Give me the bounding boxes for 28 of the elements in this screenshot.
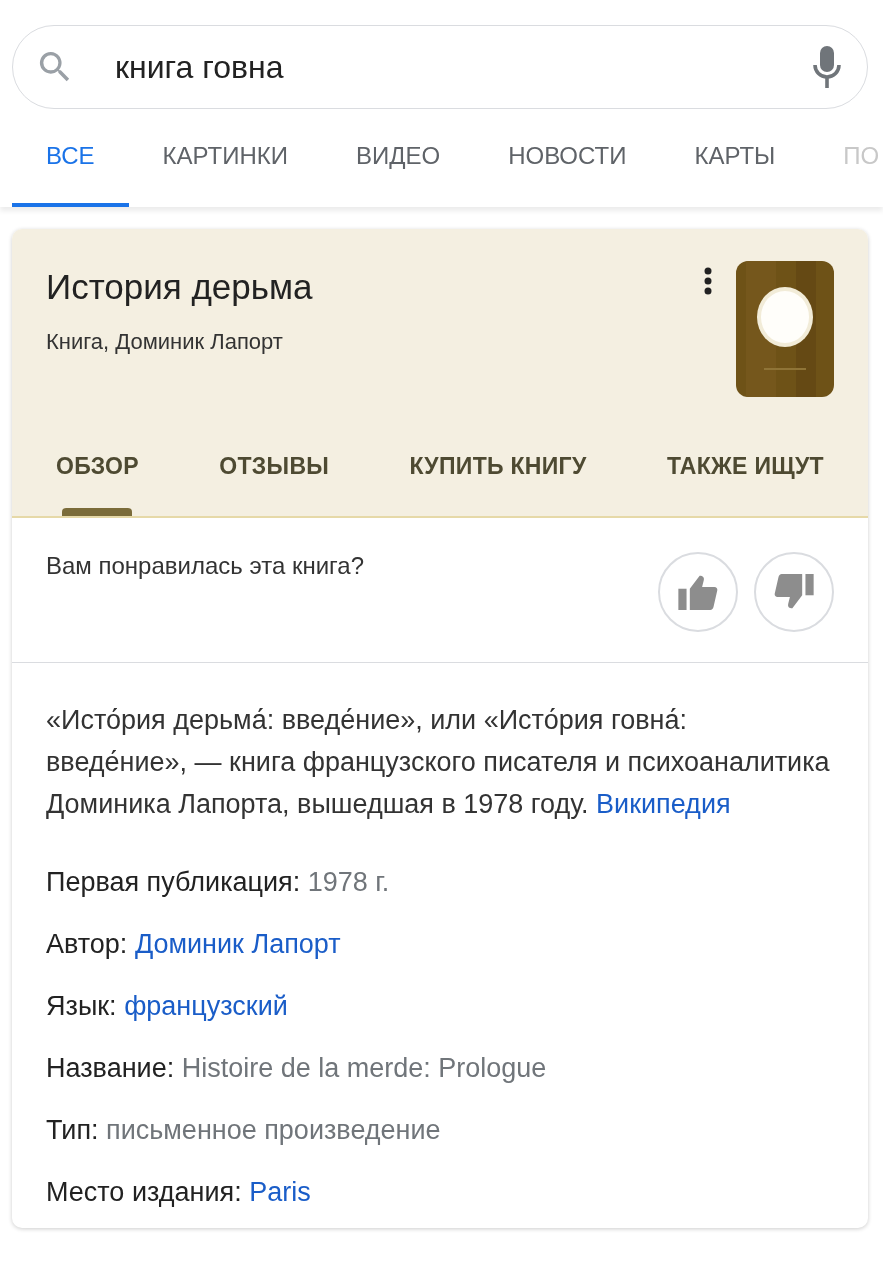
wikipedia-link[interactable]: Википедия xyxy=(596,789,731,819)
card-tab[interactable]: ОБЗОР xyxy=(46,453,149,516)
fact-row-text: Тип: письменное произведение xyxy=(46,1115,442,1146)
microphone-icon[interactable] xyxy=(813,46,841,88)
fact-row-text: Место издания: Paris xyxy=(46,1177,312,1208)
book-subtitle: Книга, Доминик Лапорт xyxy=(46,329,284,355)
card-tab[interactable]: КУПИТЬ КНИГУ xyxy=(399,453,597,516)
search-tab[interactable]: КАРТЫ xyxy=(660,109,810,207)
fact-row-text: Название: Histoire de la merde: Prologue xyxy=(46,1053,548,1084)
search-tab[interactable]: НОВОСТИ xyxy=(474,109,661,207)
search-input[interactable]: книга говна xyxy=(115,48,813,86)
search-tab[interactable]: ВСЕ xyxy=(12,109,129,207)
thumbs-up-icon xyxy=(678,574,718,610)
fact-row-text: Язык: французский xyxy=(46,991,289,1022)
search-tab[interactable]: КАРТИНКИ xyxy=(128,109,322,207)
fact-row-text: Автор: Доминик Лапорт xyxy=(46,929,342,960)
fact-link[interactable]: Paris xyxy=(249,1177,311,1207)
book-title: История дерьма xyxy=(46,267,314,307)
card-tab[interactable]: ОТЗЫВЫ xyxy=(209,453,340,516)
more-icon[interactable] xyxy=(704,267,712,297)
fact-link[interactable]: французский xyxy=(124,991,288,1021)
search-tab[interactable]: ВИДЕО xyxy=(321,109,475,207)
fact-link[interactable]: Доминик Лапорт xyxy=(134,929,341,959)
thumbs-down-icon xyxy=(774,574,814,610)
fact-row-text: Первая публикация: 1978 г. xyxy=(46,867,391,898)
book-description: «Исто́рия дерьма́: введе́ние», или «Исто́рия говна́: введе́ние», — книга французского писателя и психоаналитика Доминика Лапорта, вышедшая в 1978 году. Википедия xyxy=(46,704,831,821)
card-tab[interactable]: ТАКЖЕ ИЩУТ xyxy=(656,453,834,516)
rating-question: Вам понравилась эта книга? xyxy=(46,552,366,580)
